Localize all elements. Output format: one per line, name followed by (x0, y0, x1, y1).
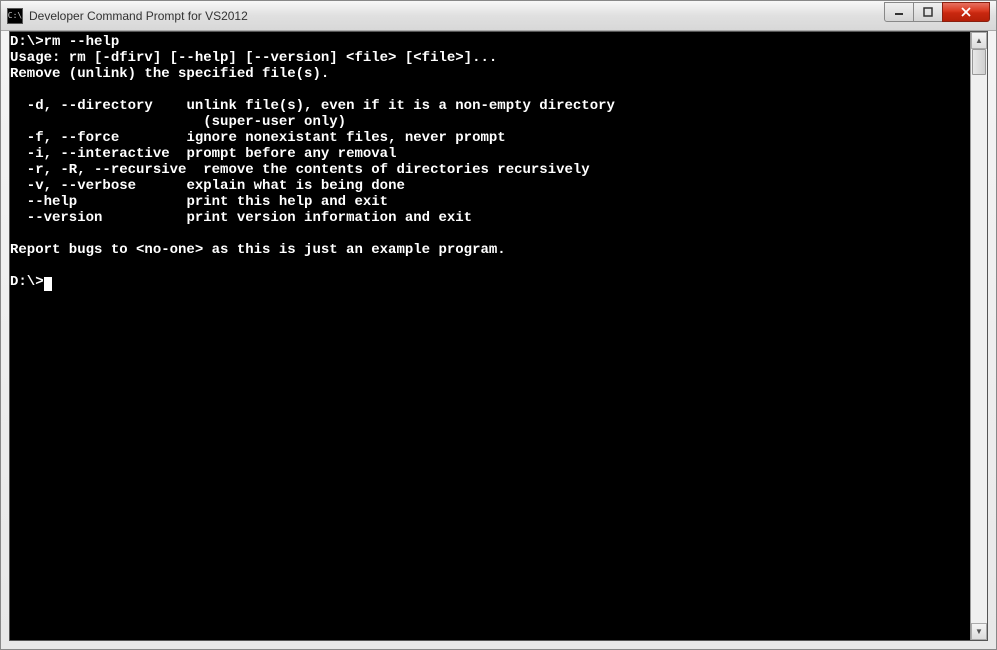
maximize-button[interactable] (913, 2, 943, 22)
usage-line: Usage: rm [-dfirv] [--help] [--version] … (10, 50, 497, 66)
option-line: -v, --verbose explain what is being done (10, 178, 405, 194)
window-controls (885, 2, 990, 22)
prompt: D:\> (10, 34, 44, 50)
scroll-up-button[interactable]: ▲ (971, 32, 987, 49)
maximize-icon (923, 7, 933, 17)
minimize-icon (894, 7, 904, 17)
window-title: Developer Command Prompt for VS2012 (29, 9, 996, 23)
command-text: rm --help (44, 34, 120, 50)
titlebar[interactable]: C:\ Developer Command Prompt for VS2012 (1, 1, 996, 31)
close-button[interactable] (942, 2, 990, 22)
close-icon (960, 7, 972, 17)
scroll-thumb[interactable] (972, 49, 986, 75)
footer-line: Report bugs to <no-one> as this is just … (10, 242, 506, 258)
console-output[interactable]: D:\>rm --help Usage: rm [-dfirv] [--help… (10, 32, 970, 640)
app-icon: C:\ (7, 8, 23, 24)
text-cursor (44, 277, 52, 291)
option-line: -d, --directory unlink file(s), even if … (10, 98, 615, 114)
scroll-down-button[interactable]: ▼ (971, 623, 987, 640)
prompt: D:\> (10, 274, 44, 290)
console-container: D:\>rm --help Usage: rm [-dfirv] [--help… (9, 31, 988, 641)
minimize-button[interactable] (884, 2, 914, 22)
option-line: -f, --force ignore nonexistant files, ne… (10, 130, 506, 146)
description-line: Remove (unlink) the specified file(s). (10, 66, 329, 82)
option-line: (super-user only) (10, 114, 346, 130)
window-frame: C:\ Developer Command Prompt for VS2012 … (0, 0, 997, 650)
option-line: --version print version information and … (10, 210, 472, 226)
option-line: -r, -R, --recursive remove the contents … (10, 162, 590, 178)
vertical-scrollbar[interactable]: ▲ ▼ (970, 32, 987, 640)
option-line: -i, --interactive prompt before any remo… (10, 146, 396, 162)
option-line: --help print this help and exit (10, 194, 388, 210)
